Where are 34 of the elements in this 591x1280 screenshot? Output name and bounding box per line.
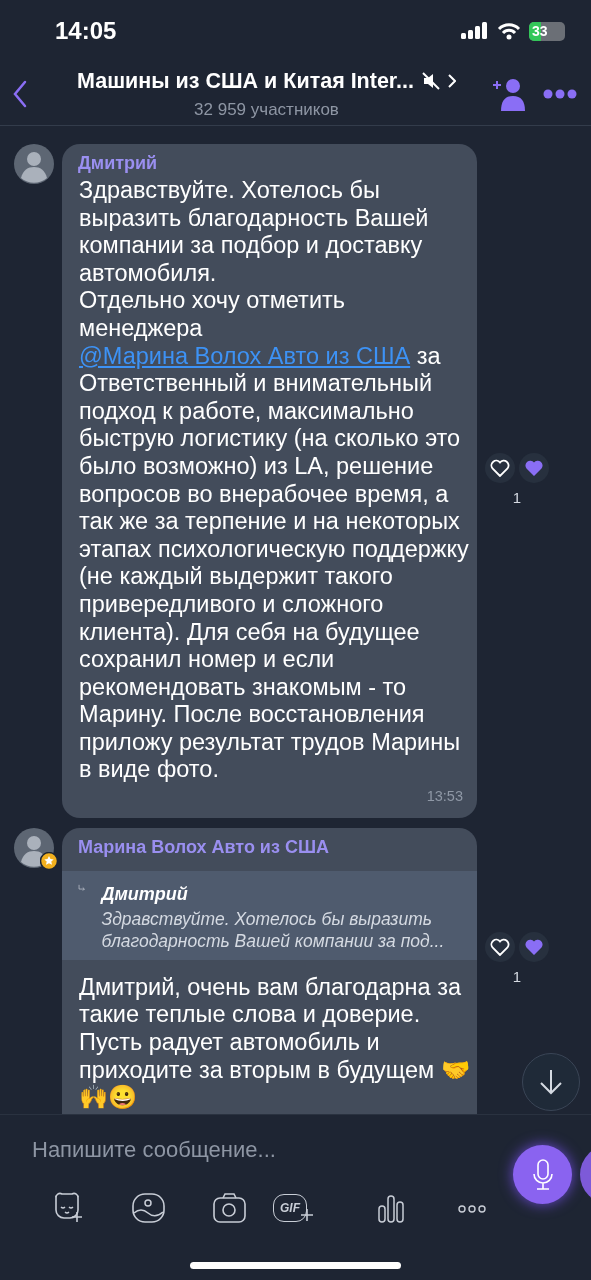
plus-icon <box>301 1209 313 1221</box>
add-user-icon <box>493 76 527 111</box>
microphone-button[interactable] <box>513 1145 572 1204</box>
gif-button[interactable]: GIF <box>269 1188 350 1228</box>
quoted-message[interactable]: Дмитрий Здравствуйте. Хотелось бы выразить благодарность Вашей компании за под... <box>62 870 477 960</box>
clock: 14:05 <box>55 16 117 46</box>
reaction-button[interactable] <box>485 931 515 962</box>
heart-icon <box>524 458 544 477</box>
more-icon <box>543 89 577 100</box>
add-member-button[interactable] <box>493 76 527 111</box>
heart-icon <box>490 937 510 956</box>
signal-icon <box>461 22 489 40</box>
chat-title[interactable]: Машины из США и Китая Inter... <box>77 64 414 97</box>
message-input[interactable]: Напишите сообщение... <box>32 1133 472 1166</box>
reaction-button[interactable] <box>485 452 515 483</box>
chevron-icon <box>448 73 456 88</box>
more-icon <box>456 1203 487 1214</box>
timestamp: 13:53 <box>425 787 464 807</box>
quoted-text: Здравствуйте. Хотелось бы выразить благодарность Вашей компании за под... <box>101 907 446 952</box>
reaction-count: 1 <box>512 966 522 987</box>
message-text: Здравствуйте. Хотелось бы выразить благодарность Вашей компании за подбор и доставку автомобиля. Отдельно хочу отметить менеджера @Марина Волох Авто из США за Ответственный и внимательный подход к работе, максимально быструю логистику (на сколько это было возможно) из LA, решение вопросов во внерабочее время, а так же за терпение и на некоторых этапах психологическую поддержку (не каждый выдержит такого привередливого и сложного клиента). Для себя на будущее сохранил номер и если рекомендовать знакомым - то Марину. После восстановления приложу результат трудов Марины в виде фото. <box>78 177 470 785</box>
back-button[interactable] <box>12 79 28 108</box>
battery-indicator: 33 <box>529 21 565 41</box>
heart-icon <box>524 937 544 956</box>
quoted-author: Дмитрий <box>101 882 189 906</box>
back-icon <box>12 79 28 108</box>
microphone-icon <box>531 1158 554 1191</box>
member-count: 32 959 участников <box>194 98 339 121</box>
wifi-icon <box>497 22 521 40</box>
reaction-count: 1 <box>512 487 522 508</box>
avatar <box>14 144 54 184</box>
message-text: Дмитрий, очень вам благодарна за такие теплые слова и доверие. Пусть радует автомобиль и приходите за вторым в будущем 🤝🙌😀 <box>78 973 471 1112</box>
arrow-down-icon <box>539 1069 563 1095</box>
heart-icon <box>490 458 510 477</box>
